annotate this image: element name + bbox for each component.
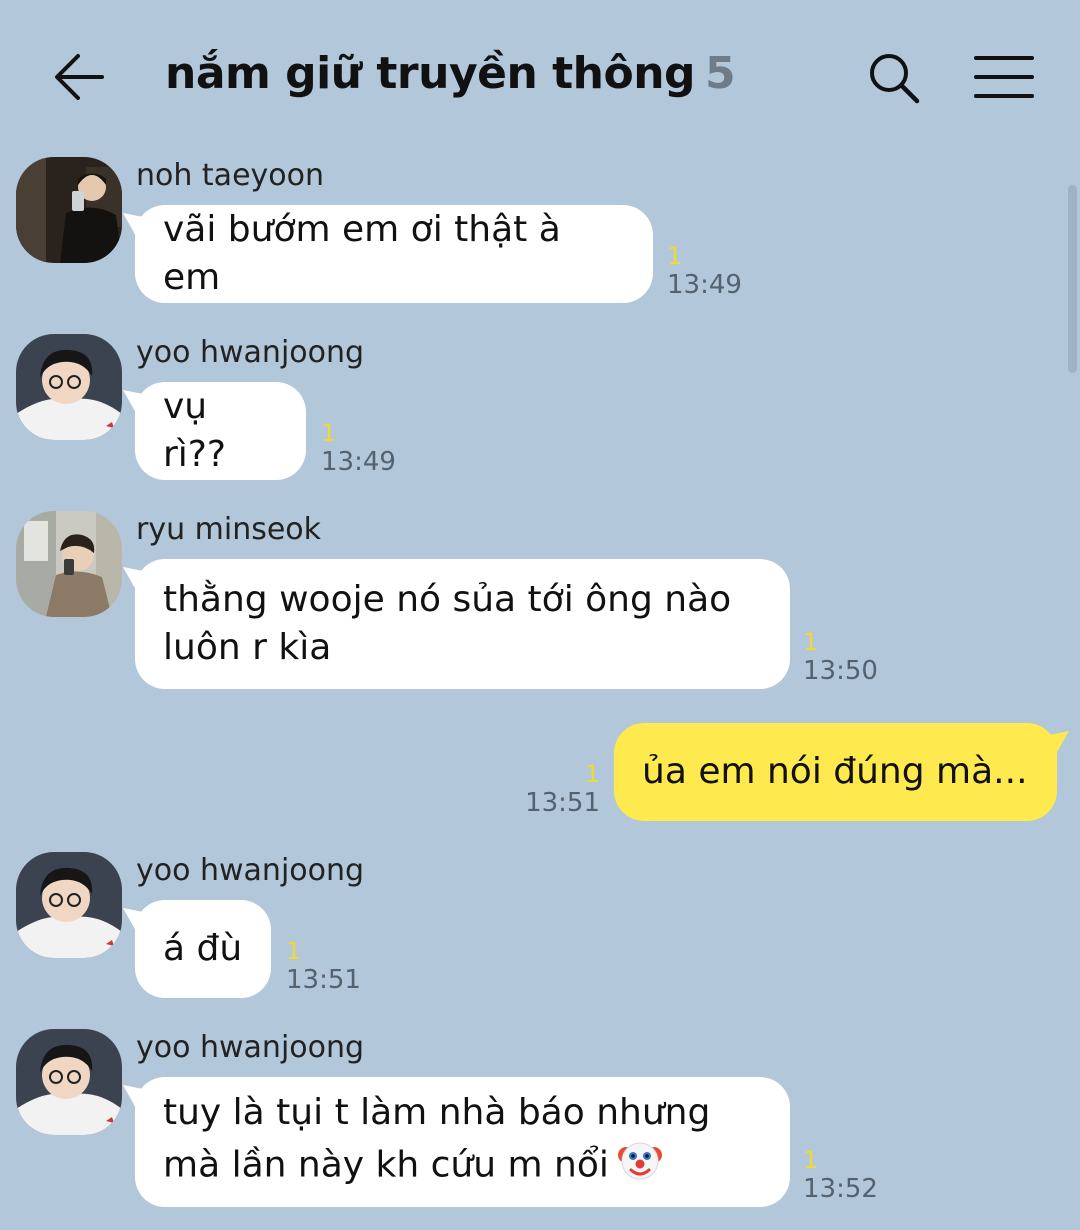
profile-photo [16,334,122,440]
unread-count: 1 [321,419,337,447]
scrollbar[interactable] [1068,185,1077,373]
unread-count: 1 [286,937,302,965]
avatar-yoo-hwanjoong[interactable] [16,1029,122,1135]
profile-photo [16,511,122,617]
sender-name: noh taeyoon [136,158,324,193]
message-meta: 1 13:49 [321,419,396,477]
profile-photo [16,852,122,958]
message-time: 13:51 [286,965,361,995]
sender-name: yoo hwanjoong [136,1030,365,1065]
message-time: 13:50 [803,656,878,686]
message-meta: 1 13:49 [667,242,742,300]
message-text: vụ rì?? [163,386,227,475]
unread-count: 1 [803,628,819,656]
clown-face-icon [617,1137,663,1196]
message-text: á đù [163,928,243,969]
message-time: 13:49 [667,270,742,300]
profile-photo [16,1029,122,1135]
chat-room-name: nắm giữ truyền thông [165,48,696,99]
menu-button[interactable] [972,52,1036,102]
arrow-left-icon [55,54,104,100]
message-bubble[interactable]: á đù [135,900,271,998]
message-bubble[interactable]: tuy là tụi t làm nhà báo nhưng mà lần nà… [135,1077,790,1207]
sender-name: yoo hwanjoong [136,335,365,370]
message-time: 13:51 [525,788,600,818]
chat-title: nắm giữ truyền thông 5 [165,48,736,99]
search-button[interactable] [866,50,922,106]
message-meta: 1 13:51 [520,760,600,818]
message-text: ủa em nói đúng mà... [642,751,1028,792]
avatar-yoo-hwanjoong[interactable] [16,852,122,958]
back-button[interactable] [50,50,110,104]
unread-count: 1 [803,1146,819,1174]
chat-header: nắm giữ truyền thông 5 [0,0,1080,150]
search-icon [870,54,920,104]
message-meta: 1 13:52 [803,1146,878,1204]
unread-count: 1 [667,242,683,270]
message-bubble-outgoing[interactable]: ủa em nói đúng mà... [614,723,1057,821]
message-meta: 1 13:51 [286,937,361,995]
message-time: 13:49 [321,447,396,477]
message-text: vãi bướm em ơi thật à em [163,209,561,298]
message-text: tuy là tụi t làm nhà báo nhưng mà lần nà… [163,1089,710,1196]
avatar-yoo-hwanjoong[interactable] [16,334,122,440]
hamburger-menu-icon [974,56,1034,98]
avatar-ryu-minseok[interactable] [16,511,122,617]
message-meta: 1 13:50 [803,628,878,686]
message-text: thằng wooje nó sủa tới ông nào luôn r kì… [163,579,732,668]
message-bubble[interactable]: thằng wooje nó sủa tới ông nào luôn r kì… [135,559,790,689]
unread-count: 1 [584,760,600,788]
sender-name: ryu minseok [136,512,322,547]
member-count: 5 [705,48,736,99]
sender-name: yoo hwanjoong [136,853,365,888]
message-bubble[interactable]: vãi bướm em ơi thật à em [135,205,653,303]
profile-photo [16,157,122,263]
avatar-noh-taeyoon[interactable] [16,157,122,263]
message-bubble[interactable]: vụ rì?? [135,382,306,480]
message-time: 13:52 [803,1174,878,1204]
